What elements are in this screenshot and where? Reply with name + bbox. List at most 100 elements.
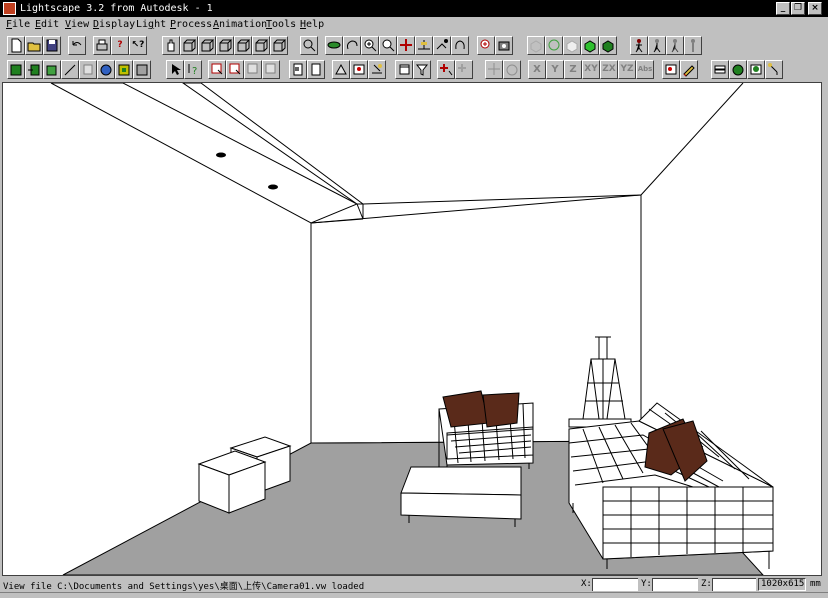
person-walk-3-icon[interactable] <box>666 36 684 55</box>
room-scene <box>50 83 774 575</box>
walk-icon[interactable] <box>433 36 451 55</box>
app-icon[interactable] <box>3 2 16 15</box>
restore-button[interactable]: ❐ <box>791 2 805 15</box>
texture-icon[interactable] <box>115 60 133 79</box>
tool-a-icon[interactable] <box>332 60 350 79</box>
view-cube-4-icon[interactable] <box>234 36 252 55</box>
layer-copy-icon[interactable] <box>43 60 61 79</box>
axis-zx-button[interactable]: ZX <box>600 60 618 79</box>
axis-xy-button[interactable]: XY <box>582 60 600 79</box>
downlight-2 <box>268 184 278 190</box>
taskbar-strip <box>0 592 828 598</box>
view-cube-6-icon[interactable] <box>270 36 288 55</box>
z-coord-field <box>712 578 756 591</box>
undo-icon[interactable] <box>68 36 86 55</box>
unit-label: mm <box>810 579 821 589</box>
blank-block-icon[interactable] <box>79 60 97 79</box>
hidden-line-icon[interactable] <box>545 36 563 55</box>
camera-icon[interactable] <box>495 36 513 55</box>
wireframe-sphere-icon[interactable] <box>527 36 545 55</box>
move-gray-icon[interactable] <box>485 60 503 79</box>
close-button[interactable]: × <box>808 2 822 15</box>
person-stand-icon[interactable] <box>684 36 702 55</box>
note-icon[interactable] <box>662 60 680 79</box>
layer-move-icon[interactable] <box>25 60 43 79</box>
armchair-cushions <box>442 390 520 428</box>
line-tool-icon[interactable] <box>61 60 79 79</box>
add-light-icon[interactable] <box>437 60 455 79</box>
select-window-icon[interactable] <box>208 60 226 79</box>
axis-yz-button[interactable]: YZ <box>618 60 636 79</box>
rotate-gray-icon[interactable] <box>503 60 521 79</box>
title-bar: Lightscape 3.2 from Autodesk - 1 _ ❐ × <box>0 0 828 17</box>
material-icon[interactable] <box>97 60 115 79</box>
dolly-icon[interactable] <box>415 36 433 55</box>
person-walk-1-icon[interactable] <box>630 36 648 55</box>
menu-file[interactable]: File <box>6 19 30 30</box>
pan-hand-icon[interactable] <box>162 36 180 55</box>
lamp-tool-icon[interactable] <box>765 60 783 79</box>
globe-icon[interactable] <box>729 60 747 79</box>
render-icon[interactable] <box>747 60 765 79</box>
menu-light[interactable]: Light <box>136 19 166 30</box>
y-coord-label: Y: <box>641 579 652 589</box>
tool-c-icon[interactable] <box>368 60 386 79</box>
smooth-shade-icon[interactable] <box>581 36 599 55</box>
pencil-icon[interactable] <box>680 60 698 79</box>
zoom-extents-icon[interactable] <box>300 36 318 55</box>
layer-green-icon[interactable] <box>7 60 25 79</box>
standard-toolbar: ? ↖? <box>0 34 828 58</box>
menu-help[interactable]: Help <box>300 19 324 30</box>
axis-x-button[interactable]: X <box>528 60 546 79</box>
tool-d-icon[interactable] <box>395 60 413 79</box>
x-coord-label: X: <box>581 579 592 589</box>
window-title: Lightscape 3.2 from Autodesk - 1 <box>20 3 213 14</box>
menu-process[interactable]: Process <box>170 19 212 30</box>
axis-y-button[interactable]: Y <box>546 60 564 79</box>
new-file-icon[interactable] <box>7 36 25 55</box>
person-walk-2-icon[interactable] <box>648 36 666 55</box>
menu-animation[interactable]: Animation <box>213 19 267 30</box>
tool-e-icon[interactable] <box>413 60 431 79</box>
ceiling-soffit <box>50 83 359 224</box>
select-gray-2-icon[interactable] <box>262 60 280 79</box>
help-icon[interactable]: ? <box>111 36 129 55</box>
view-cube-3-icon[interactable] <box>216 36 234 55</box>
move-cross-icon[interactable] <box>397 36 415 55</box>
select-cross-icon[interactable] <box>226 60 244 79</box>
open-folder-icon[interactable] <box>25 36 43 55</box>
axis-z-button[interactable]: Z <box>564 60 582 79</box>
z-coord-label: Z: <box>701 579 712 589</box>
doc-1-icon[interactable] <box>289 60 307 79</box>
menu-edit[interactable]: Edit <box>35 19 59 30</box>
zoom-plus-icon[interactable] <box>477 36 495 55</box>
rotate-view-icon[interactable] <box>343 36 361 55</box>
zoom-in-icon[interactable] <box>361 36 379 55</box>
menu-tools[interactable]: Tools <box>266 19 296 30</box>
turn-icon[interactable] <box>451 36 469 55</box>
viewport-3d[interactable] <box>2 82 822 576</box>
menu-display[interactable]: Display <box>93 19 135 30</box>
zoom-window-icon[interactable] <box>379 36 397 55</box>
axis-abs-button[interactable]: Abs <box>636 60 654 79</box>
menu-view[interactable]: View <box>65 19 89 30</box>
downlight-1 <box>216 152 226 158</box>
view-cube-2-icon[interactable] <box>198 36 216 55</box>
doc-2-icon[interactable] <box>307 60 325 79</box>
texture-shade-icon[interactable] <box>599 36 617 55</box>
view-cube-1-icon[interactable] <box>180 36 198 55</box>
tool-b-icon[interactable] <box>350 60 368 79</box>
select-gray-1-icon[interactable] <box>244 60 262 79</box>
context-help-icon[interactable]: ↖? <box>129 36 147 55</box>
query-icon[interactable]: ? <box>184 60 202 79</box>
minimize-button[interactable]: _ <box>776 2 790 15</box>
view-cube-5-icon[interactable] <box>252 36 270 55</box>
flat-shade-icon[interactable] <box>563 36 581 55</box>
stack-icon[interactable] <box>711 60 729 79</box>
layers-stack-icon[interactable] <box>133 60 151 79</box>
save-icon[interactable] <box>43 36 61 55</box>
orbit-eye-icon[interactable] <box>325 36 343 55</box>
print-icon[interactable] <box>93 36 111 55</box>
light-gray-icon[interactable] <box>455 60 473 79</box>
select-arrow-icon[interactable] <box>166 60 184 79</box>
